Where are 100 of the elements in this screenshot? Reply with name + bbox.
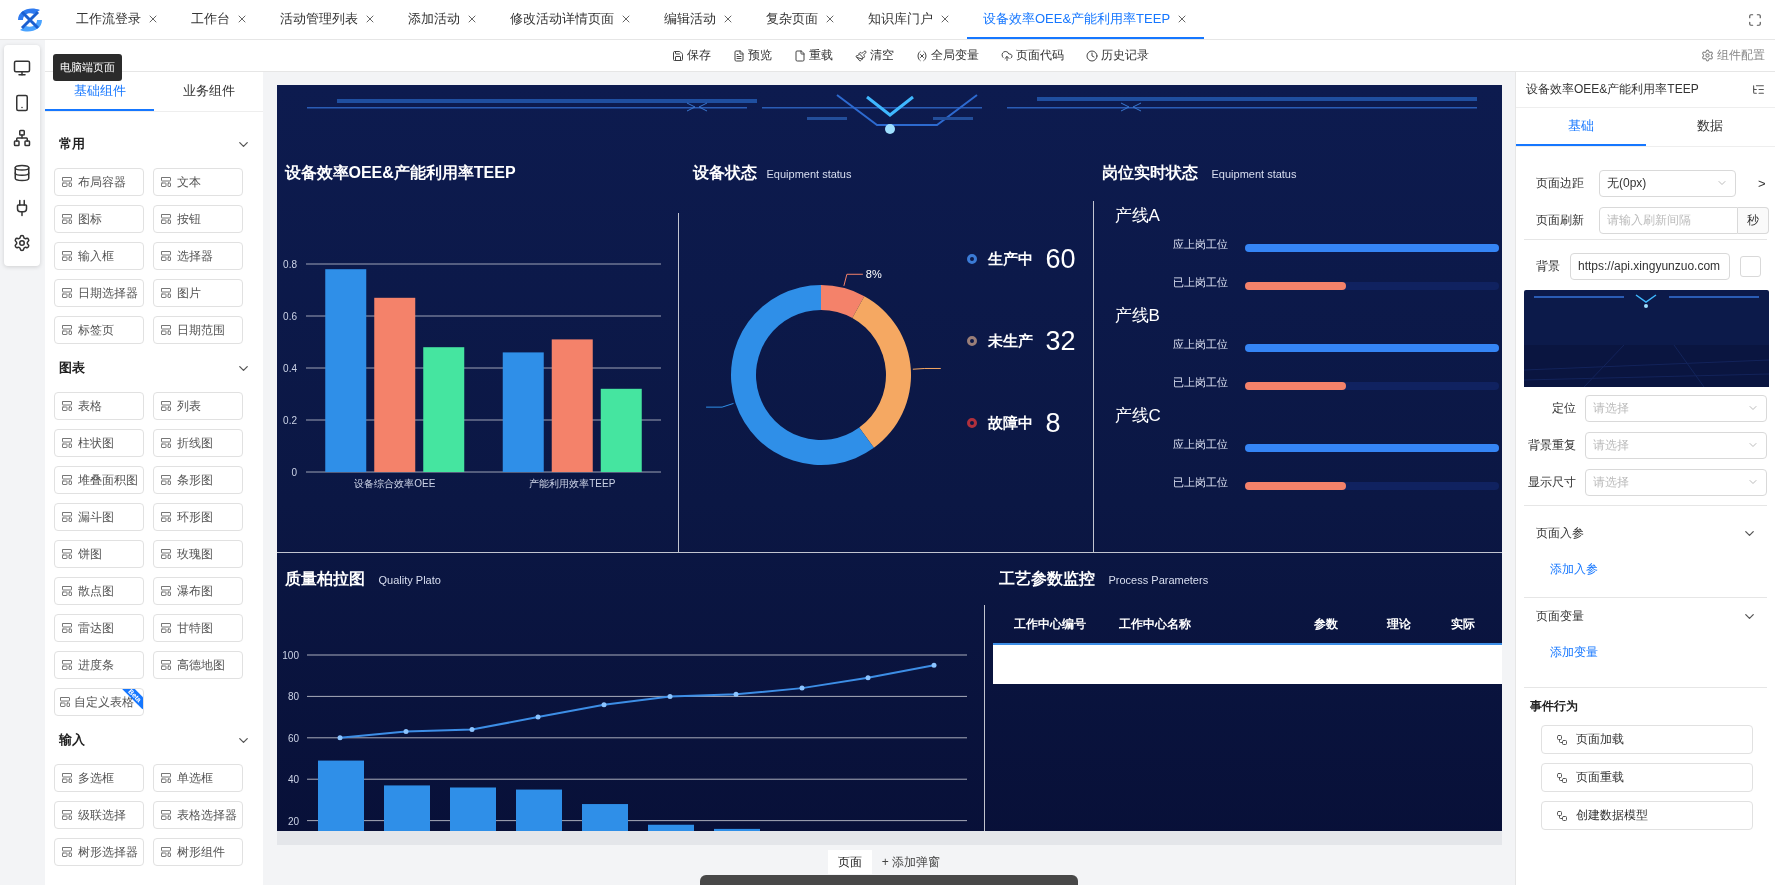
bar-label: 已上岗工位	[1172, 374, 1229, 390]
component-item[interactable]: 列表	[153, 392, 243, 420]
component-item[interactable]: 文本	[153, 168, 243, 196]
page-tab[interactable]: + 添加弹窗	[871, 850, 951, 874]
bar	[317, 760, 364, 831]
axis-label: 产能利用效率TEEP	[528, 478, 615, 489]
component-icon	[160, 250, 172, 262]
page-tab[interactable]: 活动管理列表	[264, 0, 392, 39]
component-item[interactable]: 树形选择器	[54, 838, 144, 866]
component-item[interactable]: 图片	[153, 279, 243, 307]
color-swatch[interactable]	[1740, 255, 1761, 277]
page-tab[interactable]: 修改活动详情页面	[494, 0, 648, 39]
tree-icon[interactable]	[1752, 83, 1765, 96]
component-item[interactable]: 级联选择	[54, 801, 144, 829]
toolbar-button[interactable]: 保存	[662, 47, 720, 64]
toolbar-button[interactable]: 页面代码	[991, 47, 1073, 64]
page-tab[interactable]: 添加活动	[392, 0, 494, 39]
panel-tab[interactable]: 基础	[1516, 108, 1646, 146]
component-item[interactable]: 甘特图	[153, 614, 243, 642]
event-button[interactable]: 创建数据模型	[1541, 801, 1753, 830]
database-icon[interactable]	[13, 164, 31, 182]
settings-icon[interactable]	[13, 234, 31, 252]
component-item[interactable]: 表格	[54, 392, 144, 420]
component-item[interactable]: 布局容器	[54, 168, 144, 196]
event-button[interactable]: 页面重载	[1541, 763, 1753, 792]
leader-line	[705, 402, 734, 408]
toolbar-button[interactable]: 清空	[845, 47, 903, 64]
bar-label: 已上岗工位	[1172, 274, 1229, 290]
clock-icon	[1085, 49, 1098, 62]
phone-icon[interactable]	[13, 94, 31, 112]
component-item[interactable]: 表格选择器	[153, 801, 243, 829]
toolbar-button[interactable]: 全局变量	[906, 47, 988, 64]
section-title: 页面变量	[1536, 607, 1584, 625]
panel-title: 质量柏拉图	[284, 569, 365, 589]
component-item[interactable]: 树形组件	[153, 838, 243, 866]
add-link[interactable]: 添加变量	[1524, 637, 1767, 667]
component-item[interactable]: 柱状图	[54, 429, 144, 457]
component-icon	[61, 511, 73, 523]
component-item[interactable]: 环形图	[153, 503, 243, 531]
component-item[interactable]: 漏斗图	[54, 503, 144, 531]
page-tab[interactable]: 复杂页面	[750, 0, 852, 39]
component-item[interactable]: 日期选择器	[54, 279, 144, 307]
input-field[interactable]: https://api.xingyunzuo.com	[1570, 252, 1730, 280]
select-field[interactable]: 无(0px)	[1599, 169, 1736, 197]
component-item[interactable]: 图标	[54, 205, 144, 233]
axis-label: 0.8	[282, 259, 297, 270]
axis-label: 80	[287, 691, 299, 703]
component-item[interactable]: 散点图	[54, 577, 144, 605]
component-item[interactable]: 按钮	[153, 205, 243, 233]
toolbar-button[interactable]: 历史记录	[1076, 47, 1158, 64]
event-button[interactable]: 页面加载	[1541, 725, 1753, 754]
component-item[interactable]: 玫瑰图	[153, 540, 243, 568]
panel-tab[interactable]: 数据	[1645, 108, 1775, 146]
line-name: 产线A	[1114, 205, 1161, 227]
axis-label: 设备综合效率OEE	[353, 478, 435, 489]
component-item[interactable]: 进度条	[54, 651, 144, 679]
component-item[interactable]: 选择器	[153, 242, 243, 270]
config-button[interactable]: 组件配置	[1692, 47, 1775, 64]
page-tab[interactable]: 知识库门户	[852, 0, 967, 39]
legend-label: 未生产	[987, 331, 1033, 351]
component-item[interactable]: 瀑布图	[153, 577, 243, 605]
component-icon	[61, 585, 73, 597]
page-tab[interactable]: 编辑活动	[648, 0, 750, 39]
page-tab[interactable]: 工作流登录	[60, 0, 175, 39]
component-icon	[61, 846, 73, 858]
data-label: 8%	[865, 268, 882, 281]
component-item[interactable]: 单选框	[153, 764, 243, 792]
field-label: 页面边距	[1535, 174, 1584, 192]
component-item[interactable]: 雷达图	[54, 614, 144, 642]
axis-label: 0	[290, 467, 297, 478]
page-tab[interactable]: 页面	[827, 850, 872, 874]
component-item[interactable]: 堆叠面积图	[54, 466, 144, 494]
fullscreen-icon[interactable]	[1748, 12, 1762, 27]
scrollbar-thumb[interactable]	[700, 875, 1078, 885]
component-item[interactable]: 输入框	[54, 242, 144, 270]
toolbar-button[interactable]: 重载	[784, 47, 842, 64]
page-tab[interactable]: 工作台	[175, 0, 264, 39]
add-link[interactable]: 添加入参	[1524, 554, 1767, 584]
scrollbar[interactable]	[276, 831, 1502, 845]
component-item[interactable]: 高德地图	[153, 651, 243, 679]
more-arrow[interactable]: >	[1758, 175, 1766, 191]
legend-value: 8	[1045, 407, 1061, 439]
component-item[interactable]: 饼图	[54, 540, 144, 568]
network-icon[interactable]	[13, 129, 31, 147]
panel-tab[interactable]: 基础组件	[45, 72, 154, 111]
component-item[interactable]: 条形图	[153, 466, 243, 494]
component-item[interactable]: 标签页	[54, 316, 144, 344]
component-item[interactable]: 多选框	[54, 764, 144, 792]
tooltip: 电脑端页面	[53, 54, 122, 81]
field-label: 显示尺寸	[1527, 473, 1576, 491]
leader-line	[842, 273, 863, 287]
input-field[interactable]: 请输入刷新间隔	[1599, 206, 1738, 234]
field-label: 背景重复	[1527, 436, 1576, 454]
panel-title: 岗位实时状态	[1101, 163, 1198, 183]
toolbar-button[interactable]: 预览	[723, 47, 781, 64]
monitor-icon[interactable]	[13, 59, 31, 77]
field-label: 背景	[1535, 257, 1560, 275]
component-item[interactable]: 折线图	[153, 429, 243, 457]
component-item[interactable]: 日期范围	[153, 316, 243, 344]
panel-tab[interactable]: 业务组件	[154, 72, 263, 111]
